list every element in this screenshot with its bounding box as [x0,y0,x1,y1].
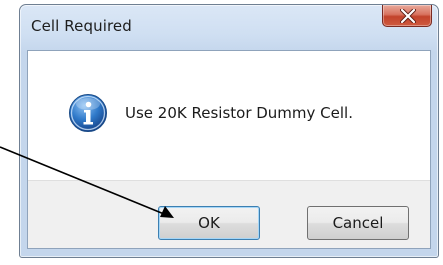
screenshot-stage: Cell Required Use 20K Resistor Dummy Cel… [0,0,443,265]
info-icon [69,94,107,132]
title-bar[interactable]: Cell Required [20,5,438,49]
ok-button[interactable]: OK [158,206,260,240]
button-bar: OK Cancel [28,180,430,248]
close-button[interactable] [382,5,432,27]
dialog-client-area: Use 20K Resistor Dummy Cell. OK Cancel [27,50,431,249]
dialog-window: Cell Required Use 20K Resistor Dummy Cel… [19,4,439,258]
cancel-button[interactable]: Cancel [307,206,409,240]
dialog-message: Use 20K Resistor Dummy Cell. [125,104,353,122]
message-area: Use 20K Resistor Dummy Cell. [28,51,430,180]
dialog-title: Cell Required [31,17,132,35]
close-icon [400,9,416,23]
